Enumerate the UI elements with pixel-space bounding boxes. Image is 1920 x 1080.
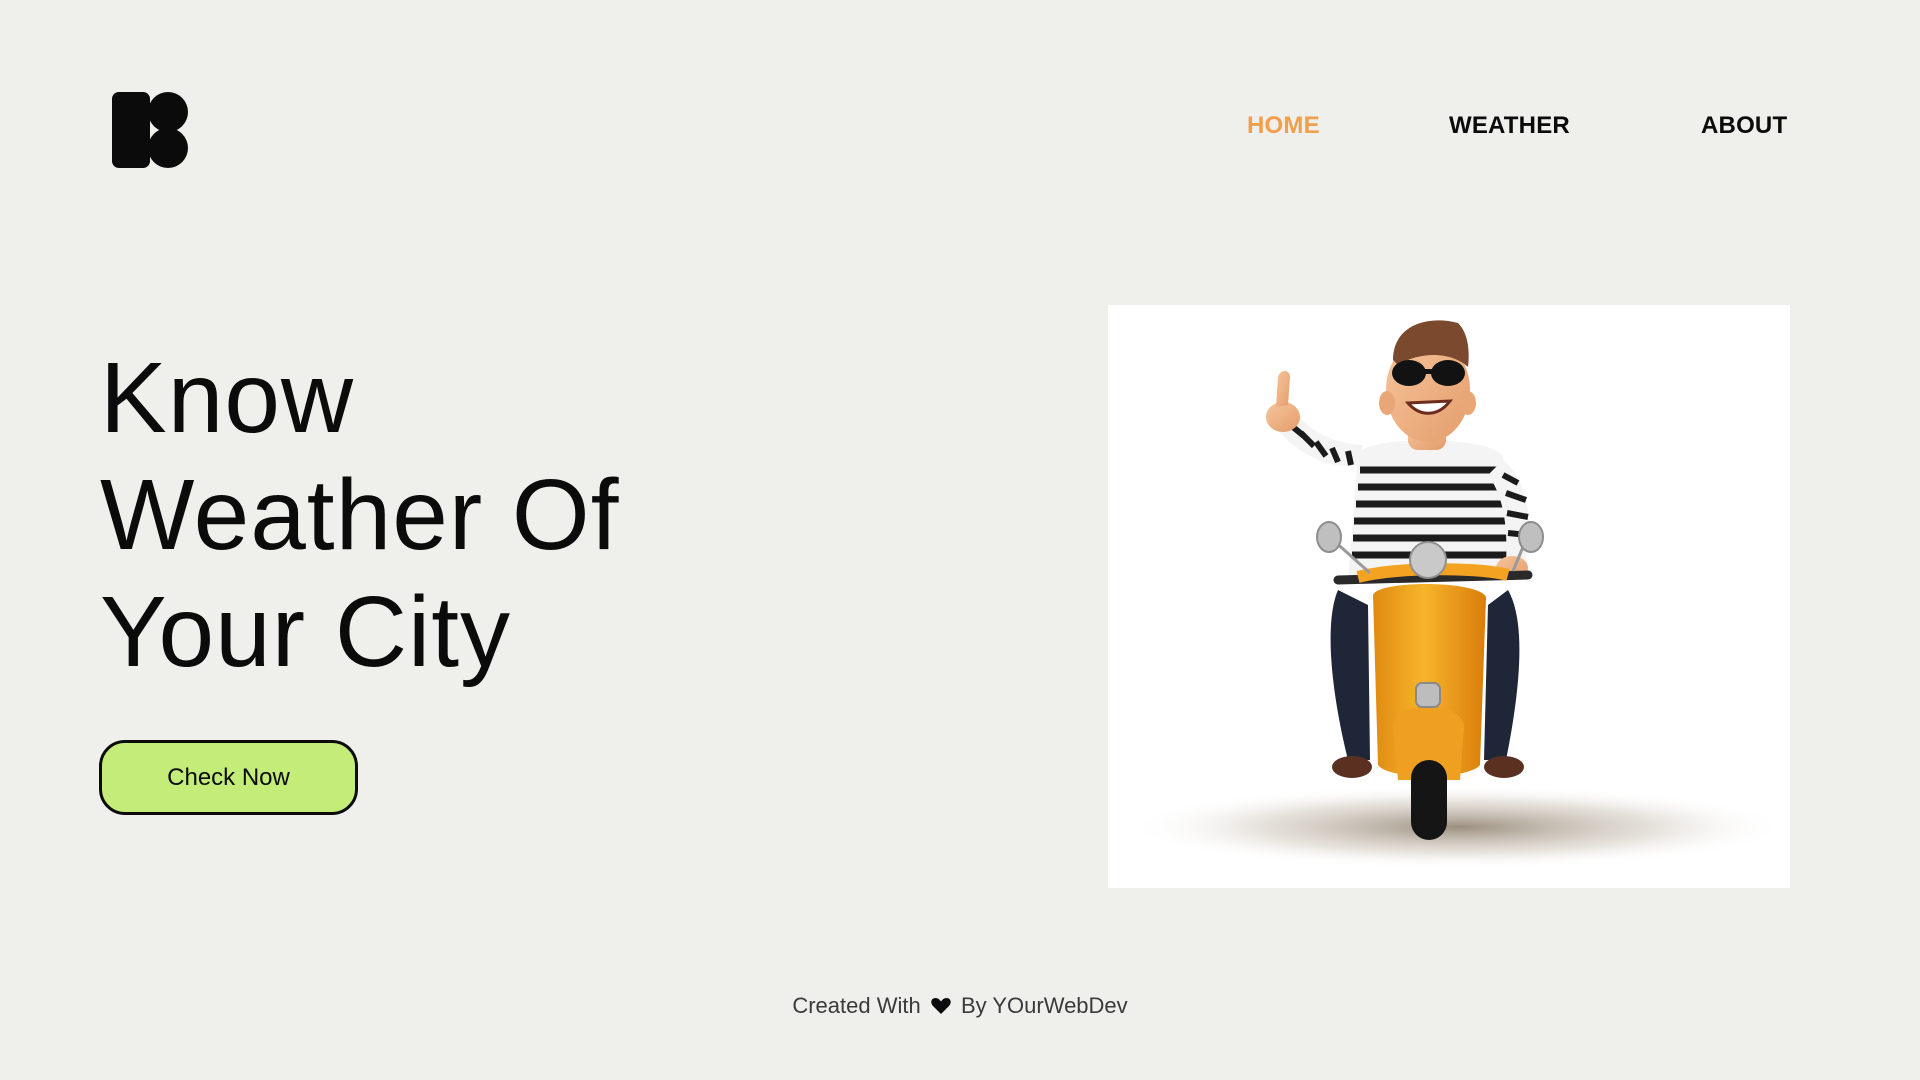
footer-suffix: By YOurWebDev <box>960 993 1128 1018</box>
hero-illustration <box>1108 305 1790 888</box>
check-now-button[interactable]: Check Now <box>99 740 358 815</box>
page: HOME WEATHER ABOUT Know Weather Of Your … <box>0 0 1920 1080</box>
nav-about-link[interactable]: ABOUT <box>1701 112 1787 140</box>
heart-icon <box>931 998 951 1014</box>
nav-weather-link[interactable]: WEATHER <box>1449 112 1570 140</box>
hero-title: Know Weather Of Your City <box>100 340 619 691</box>
nav-home-link[interactable]: HOME <box>1247 112 1320 140</box>
footer: Created With By YOurWebDev <box>0 993 1920 1019</box>
hero-title-line: Know <box>100 342 355 454</box>
hero-title-line: Your City <box>100 576 512 688</box>
footer-prefix: Created With <box>792 993 921 1018</box>
main-nav: HOME WEATHER ABOUT <box>0 112 1920 152</box>
hero-title-line: Weather Of <box>100 459 620 571</box>
scooter-rider-illustration <box>1128 320 1788 869</box>
